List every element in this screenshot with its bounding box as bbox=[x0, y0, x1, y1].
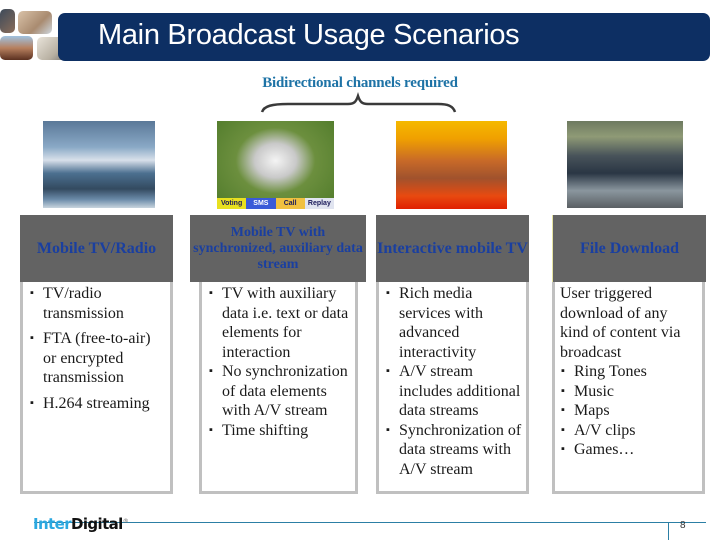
bullet-item: TV/radio transmission bbox=[29, 284, 166, 323]
column-header-synchronized-data: Mobile TV with synchronized, auxiliary d… bbox=[190, 215, 366, 282]
logo-part-digital: Digital bbox=[71, 515, 123, 533]
bullet-item: A/V clips bbox=[560, 421, 698, 441]
registered-mark: ® bbox=[122, 518, 129, 525]
corner-photo-3 bbox=[0, 36, 33, 60]
bullet-item: TV with auxiliary data i.e. text or data… bbox=[208, 284, 351, 362]
broadcast-image-sydney bbox=[43, 121, 155, 208]
bullet-item: Time shifting bbox=[208, 421, 351, 441]
call-button: Call bbox=[275, 198, 305, 209]
column-body-mobile-tv-radio: TV/radio transmission FTA (free-to-air) … bbox=[20, 282, 173, 494]
file-download-intro: User triggered download of any kind of c… bbox=[560, 285, 681, 361]
bullet-item: Music bbox=[560, 382, 698, 402]
bullet-item: FTA (free-to-air) or encrypted transmiss… bbox=[29, 329, 166, 388]
bullet-item: Games… bbox=[560, 440, 698, 460]
page-number: 8 bbox=[680, 520, 686, 531]
replay-button: Replay bbox=[304, 198, 334, 209]
voting-button: Voting bbox=[217, 198, 247, 209]
bullet-item: No synchronization of data elements with… bbox=[208, 362, 351, 421]
corner-photo-2 bbox=[18, 11, 52, 34]
interaction-button-bar: Voting SMS Call Replay bbox=[217, 198, 334, 209]
footer-separator bbox=[668, 522, 669, 540]
column-header-interactive-mobile-tv: Interactive mobile TV bbox=[376, 215, 529, 282]
slide-title: Main Broadcast Usage Scenarios bbox=[98, 19, 520, 51]
curly-brace-icon bbox=[260, 92, 457, 113]
logo-part-inter: Inter bbox=[33, 515, 72, 533]
bullet-item: Ring Tones bbox=[560, 362, 698, 382]
bullet-item: H.264 streaming bbox=[29, 394, 166, 414]
subtitle: Bidirectional channels required bbox=[262, 75, 458, 91]
bullet-item: Maps bbox=[560, 401, 698, 421]
column-header-file-download: File Download bbox=[552, 215, 706, 282]
column-header-mobile-tv-radio: Mobile TV/Radio bbox=[20, 215, 173, 282]
bullet-item: Rich media services with advanced intera… bbox=[385, 284, 522, 362]
bullet-item: A/V stream includes additional data stre… bbox=[385, 362, 522, 421]
broadcast-image-football: Voting SMS Call Replay bbox=[217, 121, 334, 209]
corner-photo-1 bbox=[0, 9, 15, 33]
interdigital-logo: InterDigital® bbox=[33, 515, 129, 533]
column-body-interactive-mobile-tv: Rich media services with advanced intera… bbox=[376, 282, 529, 494]
broadcast-image-gamescores bbox=[396, 121, 507, 209]
footer-divider bbox=[34, 522, 706, 523]
column-body-file-download: User triggered download of any kind of c… bbox=[552, 282, 705, 494]
sms-button: SMS bbox=[246, 198, 276, 209]
column-body-synchronized-data: TV with auxiliary data i.e. text or data… bbox=[199, 282, 358, 494]
bullet-item: Synchronization of data streams with A/V… bbox=[385, 421, 522, 480]
broadcast-image-racing bbox=[567, 121, 683, 208]
